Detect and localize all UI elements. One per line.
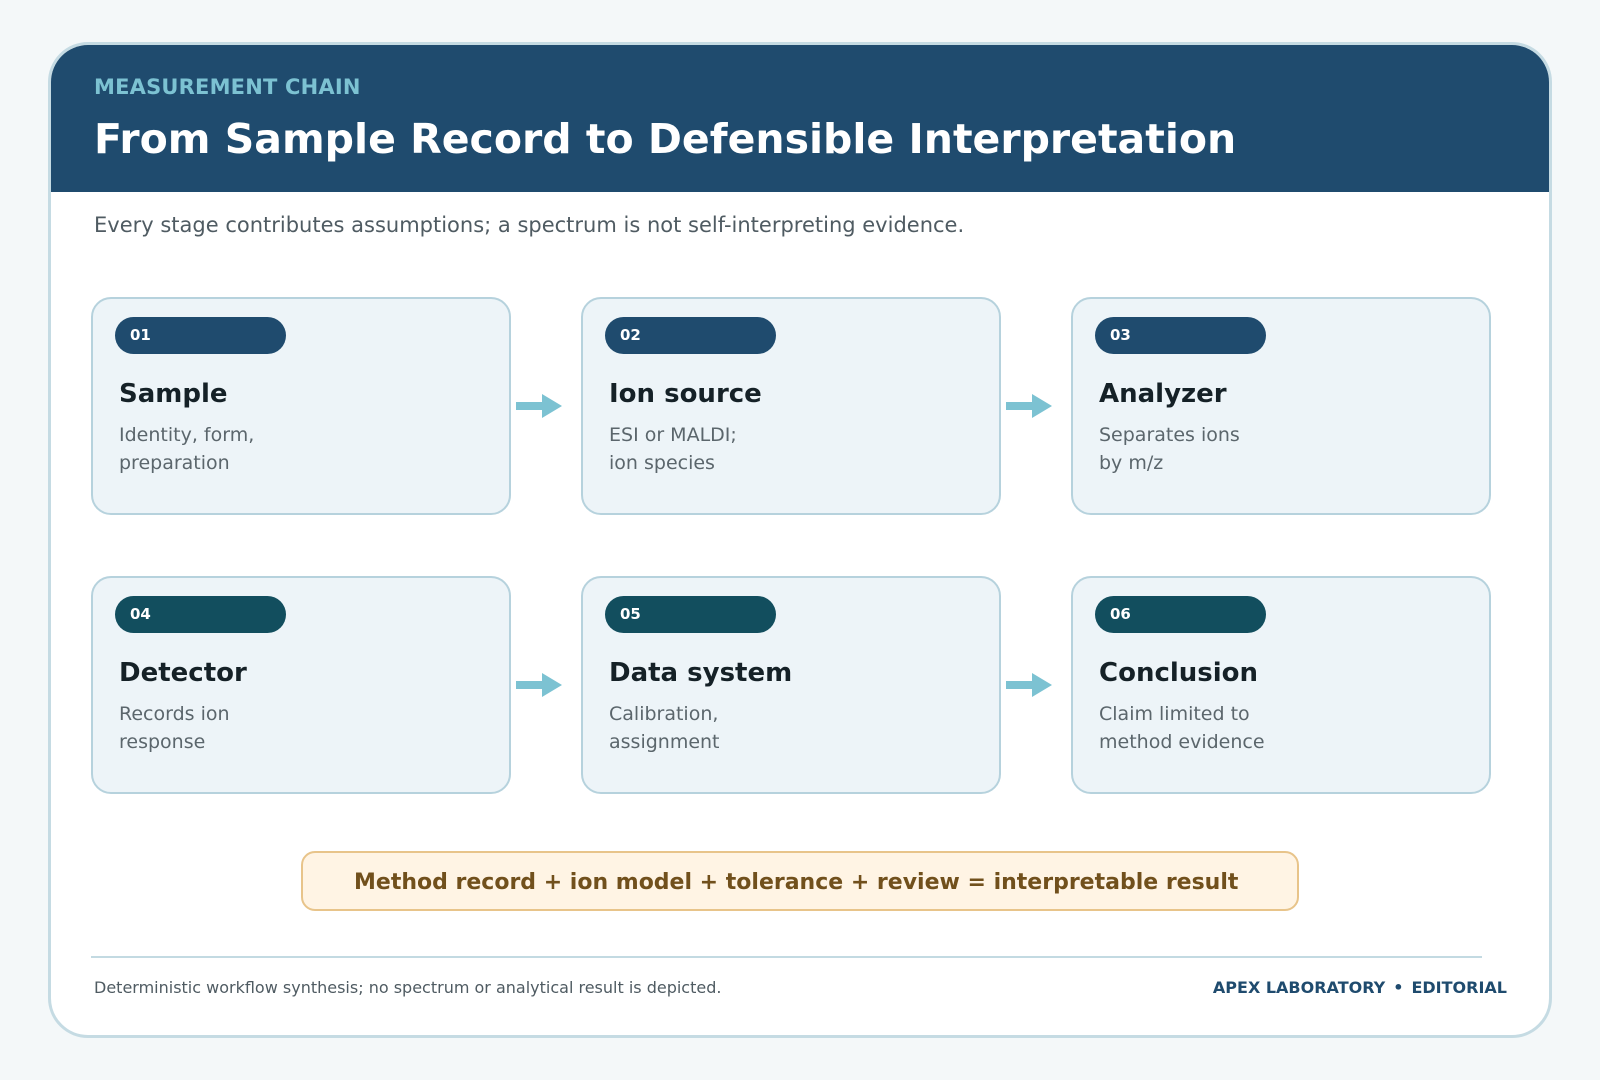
stage-description-line: ion species	[609, 452, 715, 474]
subtitle: Every stage contributes assumptions; a s…	[94, 213, 965, 237]
header-banner: MEASUREMENT CHAIN From Sample Record to …	[51, 45, 1549, 192]
stage-card-ion-source: 02 Ion source ESI or MALDI; ion species	[581, 297, 1001, 515]
stage-number-badge: 05	[605, 596, 776, 633]
stage-description: Records ion response	[119, 700, 230, 756]
stage-title: Data system	[609, 658, 793, 688]
footer-divider	[91, 956, 1482, 958]
stage-description-line: response	[119, 731, 206, 753]
stage-number-badge: 03	[1095, 317, 1266, 354]
stage-description: ESI or MALDI; ion species	[609, 421, 737, 477]
brand-name: APEX LABORATORY	[1212, 978, 1386, 997]
right-arrow-icon	[1006, 394, 1052, 418]
page-title: From Sample Record to Defensible Interpr…	[94, 115, 1237, 163]
stage-description-line: Identity, form,	[119, 424, 255, 446]
stage-description: Identity, form, preparation	[119, 421, 254, 477]
formula-callout: Method record + ion model + tolerance + …	[301, 851, 1299, 911]
separator-dot: •	[1393, 978, 1404, 997]
eyebrow-label: MEASUREMENT CHAIN	[94, 75, 361, 99]
stage-title: Conclusion	[1099, 658, 1259, 688]
footer-brand: APEX LABORATORY • EDITORIAL	[1213, 978, 1507, 997]
formula-text: Method record + ion model + tolerance + …	[354, 870, 1239, 895]
stage-title: Analyzer	[1099, 379, 1227, 409]
brand-section: EDITORIAL	[1411, 978, 1507, 997]
stage-card-sample: 01 Sample Identity, form, preparation	[91, 297, 511, 515]
stage-card-detector: 04 Detector Records ion response	[91, 576, 511, 794]
stage-number-badge: 06	[1095, 596, 1266, 633]
stage-description-line: assignment	[609, 731, 720, 753]
stage-card-data-system: 05 Data system Calibration, assignment	[581, 576, 1001, 794]
stage-description: Separates ions by m/z	[1099, 421, 1240, 477]
right-arrow-icon	[516, 394, 562, 418]
stage-description-line: Separates ions	[1099, 424, 1240, 446]
stage-description-line: Records ion	[119, 703, 230, 725]
stage-title: Ion source	[609, 379, 762, 409]
stage-description: Claim limited to method evidence	[1099, 700, 1265, 756]
stage-description-line: preparation	[119, 452, 230, 474]
diagram-card: MEASUREMENT CHAIN From Sample Record to …	[48, 42, 1552, 1038]
footnote: Deterministic workflow synthesis; no spe…	[94, 978, 722, 997]
stage-card-conclusion: 06 Conclusion Claim limited to method ev…	[1071, 576, 1491, 794]
stage-number-badge: 02	[605, 317, 776, 354]
stage-card-analyzer: 03 Analyzer Separates ions by m/z	[1071, 297, 1491, 515]
stage-description: Calibration, assignment	[609, 700, 720, 756]
stage-number-badge: 01	[115, 317, 286, 354]
stage-description-line: by m/z	[1099, 452, 1164, 474]
stage-description-line: method evidence	[1099, 731, 1265, 753]
right-arrow-icon	[516, 673, 562, 697]
stage-description-line: Calibration,	[609, 703, 719, 725]
stage-title: Detector	[119, 658, 247, 688]
stage-title: Sample	[119, 379, 228, 409]
right-arrow-icon	[1006, 673, 1052, 697]
stage-number-badge: 04	[115, 596, 286, 633]
stage-description-line: ESI or MALDI;	[609, 424, 737, 446]
stage-description-line: Claim limited to	[1099, 703, 1250, 725]
